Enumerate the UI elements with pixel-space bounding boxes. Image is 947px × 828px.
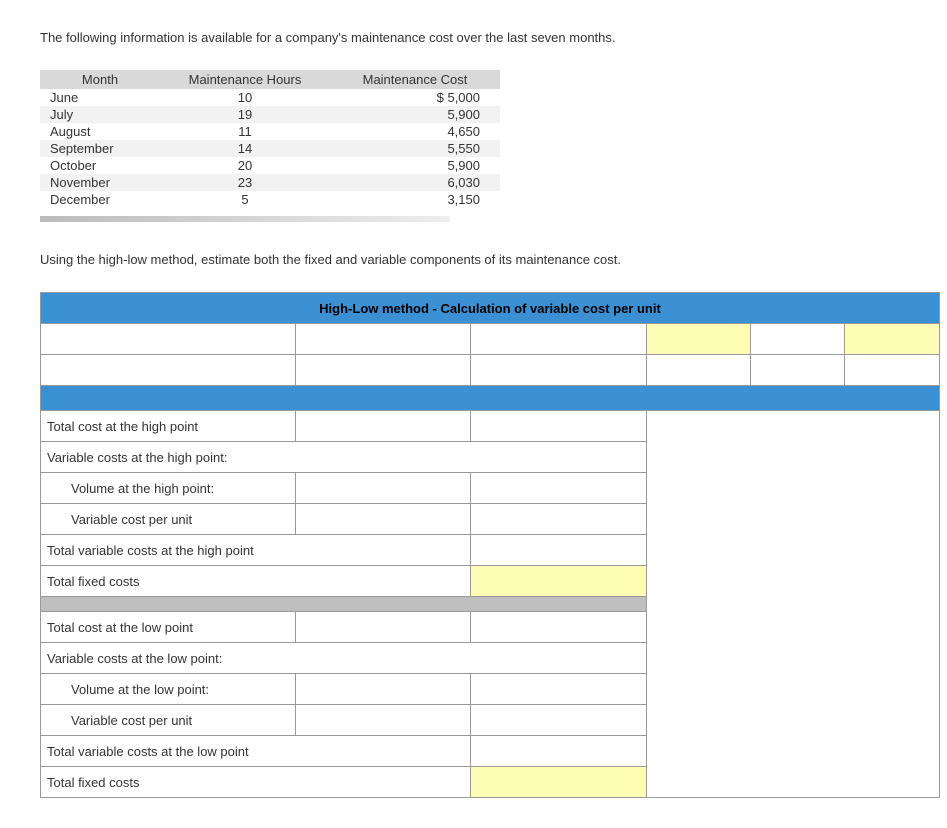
cell-cost: 5,550: [330, 140, 500, 157]
row-vc-high: Variable costs at the high point:: [41, 442, 940, 473]
cell-month: December: [40, 191, 160, 208]
label-vol-high: Volume at the high point:: [41, 473, 296, 504]
yellow-input-cell[interactable]: [647, 324, 751, 355]
row-tfc-high: Total fixed costs: [41, 566, 940, 597]
label-tfc-high: Total fixed costs: [41, 566, 471, 597]
table-row: September 14 5,550: [40, 140, 500, 157]
cell-month: October: [40, 157, 160, 174]
intro-text-1: The following information is available f…: [40, 30, 907, 45]
cell-month: June: [40, 89, 160, 106]
input-cell[interactable]: [471, 736, 647, 767]
input-row: [41, 324, 940, 355]
label-tfc-low: Total fixed costs: [41, 767, 471, 798]
worksheet-title: High-Low method - Calculation of variabl…: [41, 293, 940, 324]
cell-hours: 23: [160, 174, 330, 191]
row-tc-high: Total cost at the high point: [41, 411, 940, 442]
label-tc-high: Total cost at the high point: [41, 411, 296, 442]
input-cell[interactable]: [471, 355, 647, 386]
maintenance-data-table: Month Maintenance Hours Maintenance Cost…: [40, 70, 500, 208]
row-tvc-low: Total variable costs at the low point: [41, 736, 940, 767]
cell-hours: 19: [160, 106, 330, 123]
input-cell[interactable]: [471, 612, 647, 643]
col-cost: Maintenance Cost: [330, 70, 500, 89]
input-row: [41, 355, 940, 386]
input-cell[interactable]: [295, 411, 471, 442]
input-cell[interactable]: [295, 324, 471, 355]
cell-hours: 5: [160, 191, 330, 208]
table-row: December 5 3,150: [40, 191, 500, 208]
cell-cost: 4,650: [330, 123, 500, 140]
input-cell[interactable]: [295, 674, 471, 705]
yellow-input-cell[interactable]: [471, 767, 647, 798]
cell-month: September: [40, 140, 160, 157]
cell-month: November: [40, 174, 160, 191]
input-cell[interactable]: [41, 324, 296, 355]
row-tc-low: Total cost at the low point: [41, 612, 940, 643]
row-vcpu-low: Variable cost per unit: [41, 705, 940, 736]
table-row: October 20 5,900: [40, 157, 500, 174]
cell-hours: 11: [160, 123, 330, 140]
cell-month: August: [40, 123, 160, 140]
input-cell[interactable]: [295, 355, 471, 386]
label-vcpu-high: Variable cost per unit: [41, 504, 296, 535]
cell-cost: 5,900: [330, 157, 500, 174]
input-cell[interactable]: [295, 473, 471, 504]
row-vol-low: Volume at the low point:: [41, 674, 940, 705]
label-tc-low: Total cost at the low point: [41, 612, 296, 643]
input-cell[interactable]: [647, 355, 751, 386]
col-month: Month: [40, 70, 160, 89]
cell-cost: 3,150: [330, 191, 500, 208]
row-vc-low: Variable costs at the low point:: [41, 643, 940, 674]
gray-divider-row: [41, 597, 940, 612]
input-cell[interactable]: [471, 504, 647, 535]
yellow-input-cell[interactable]: [845, 324, 940, 355]
input-cell[interactable]: [471, 411, 647, 442]
table-header-row: Month Maintenance Hours Maintenance Cost: [40, 70, 500, 89]
input-cell[interactable]: [295, 612, 471, 643]
input-cell[interactable]: [471, 473, 647, 504]
input-cell[interactable]: [471, 324, 647, 355]
row-vcpu-high: Variable cost per unit: [41, 504, 940, 535]
blue-divider-row: [41, 386, 940, 411]
label-vol-low: Volume at the low point:: [41, 674, 296, 705]
input-cell[interactable]: [295, 705, 471, 736]
cell-hours: 10: [160, 89, 330, 106]
col-hours: Maintenance Hours: [160, 70, 330, 89]
table-row: June 10 $ 5,000: [40, 89, 500, 106]
label-tvc-high: Total variable costs at the high point: [41, 535, 471, 566]
label-vcpu-low: Variable cost per unit: [41, 705, 296, 736]
table-row: July 19 5,900: [40, 106, 500, 123]
cell-month: July: [40, 106, 160, 123]
input-cell[interactable]: [41, 355, 296, 386]
label-vc-low: Variable costs at the low point:: [41, 643, 647, 674]
row-vol-high: Volume at the high point:: [41, 473, 940, 504]
worksheet-table: High-Low method - Calculation of variabl…: [40, 292, 940, 798]
input-cell[interactable]: [295, 504, 471, 535]
input-cell[interactable]: [750, 324, 845, 355]
label-tvc-low: Total variable costs at the low point: [41, 736, 471, 767]
table-row: August 11 4,650: [40, 123, 500, 140]
cell-cost: 6,030: [330, 174, 500, 191]
input-cell[interactable]: [471, 674, 647, 705]
row-tvc-high: Total variable costs at the high point: [41, 535, 940, 566]
input-cell[interactable]: [845, 355, 940, 386]
cell-cost: $ 5,000: [330, 89, 500, 106]
label-vc-high: Variable costs at the high point:: [41, 442, 647, 473]
table-row: November 23 6,030: [40, 174, 500, 191]
intro-text-2: Using the high-low method, estimate both…: [40, 252, 907, 267]
cell-cost: 5,900: [330, 106, 500, 123]
cell-hours: 20: [160, 157, 330, 174]
input-cell[interactable]: [750, 355, 845, 386]
yellow-input-cell[interactable]: [471, 566, 647, 597]
row-tfc-low: Total fixed costs: [41, 767, 940, 798]
input-cell[interactable]: [471, 705, 647, 736]
table-shadow: [40, 216, 450, 222]
input-cell[interactable]: [471, 535, 647, 566]
cell-hours: 14: [160, 140, 330, 157]
